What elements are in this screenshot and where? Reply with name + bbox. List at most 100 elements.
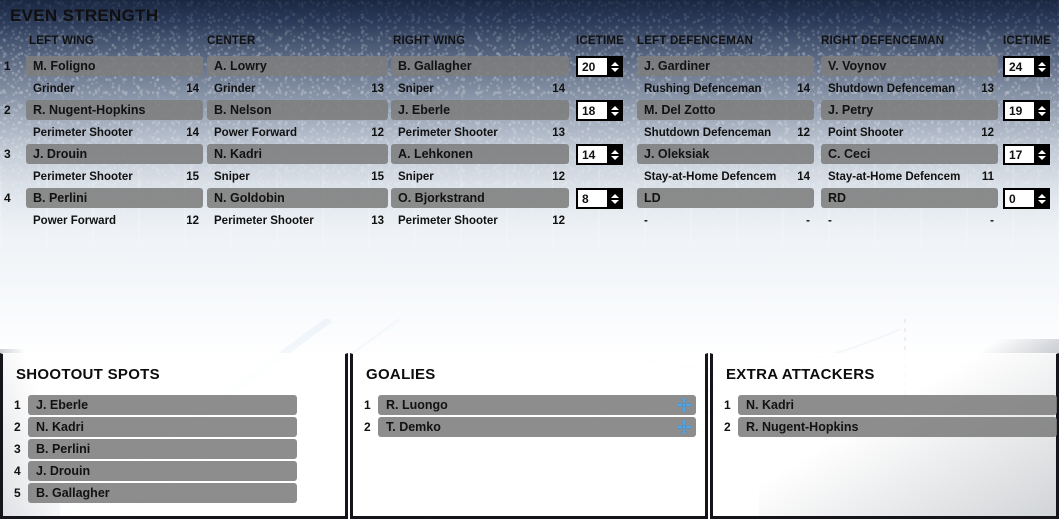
icetime-spinner-defence-pair-4-value[interactable]: 0: [1005, 190, 1034, 207]
player-slot-right_defenceman[interactable]: J. Petry: [821, 100, 998, 120]
chevron-down-icon[interactable]: [1037, 155, 1046, 160]
chevron-up-icon[interactable]: [610, 149, 619, 154]
player-slot-left_defenceman[interactable]: J. Gardiner: [637, 56, 814, 76]
chevron-down-icon[interactable]: [1037, 199, 1046, 204]
player-slot-left_defenceman[interactable]: LD: [637, 188, 814, 208]
extra-attacker-slot[interactable]: R. Nugent-Hopkins: [738, 417, 1057, 437]
player-slot-center[interactable]: N. Kadri: [207, 144, 388, 164]
extra-attacker-slot[interactable]: N. Kadri: [738, 395, 1057, 415]
player-slot-center[interactable]: A. Lowry: [207, 56, 388, 76]
goalie-rank: 1: [364, 398, 371, 412]
list-item[interactable]: 1 R. Luongo: [364, 395, 696, 415]
chevron-down-icon[interactable]: [610, 155, 619, 160]
line-number: 4: [4, 191, 11, 205]
list-item[interactable]: 2 T. Demko: [364, 417, 696, 437]
icetime-spinner-defence-pair-1[interactable]: 24: [1003, 56, 1050, 77]
icetime-spinner-forward-line-2-value[interactable]: 18: [578, 102, 607, 119]
icetime-spinner-forward-line-3-arrows[interactable]: [607, 145, 622, 164]
icetime-spinner-defence-pair-3-arrows[interactable]: [1034, 145, 1049, 164]
icetime-spinner-forward-line-4-value[interactable]: 8: [578, 190, 607, 207]
list-item[interactable]: 4 J. Drouin: [14, 461, 297, 481]
chevron-up-icon[interactable]: [1037, 149, 1046, 154]
chevron-down-icon[interactable]: [1037, 67, 1046, 72]
trait-name: Perimeter Shooter: [214, 215, 314, 227]
icetime-spinner-forward-line-3-value[interactable]: 14: [578, 146, 607, 163]
chevron-up-icon[interactable]: [1037, 105, 1046, 110]
icetime-spinner-defence-pair-1-value[interactable]: 24: [1005, 58, 1034, 75]
chevron-up-icon[interactable]: [610, 193, 619, 198]
player-trait-right_defenceman: --: [821, 212, 998, 230]
player-slot-left_wing[interactable]: B. Perlini: [26, 188, 203, 208]
icetime-spinner-defence-pair-2-value[interactable]: 19: [1005, 102, 1034, 119]
player-slot-right_wing[interactable]: O. Bjorkstrand: [391, 188, 569, 208]
shootout-spot-slot[interactable]: B. Gallagher: [28, 483, 297, 503]
player-trait-right_defenceman: Stay-at-Home Defencem 11: [821, 168, 998, 186]
shootout-spot-slot[interactable]: J. Drouin: [28, 461, 297, 481]
icetime-spinner-forward-line-2[interactable]: 18: [576, 100, 623, 121]
player-slot-right_defenceman[interactable]: RD: [821, 188, 998, 208]
player-slot-left_defenceman[interactable]: M. Del Zotto: [637, 100, 814, 120]
chevron-down-icon[interactable]: [610, 199, 619, 204]
column-header-right-wing: RIGHT WING: [393, 35, 466, 47]
trait-name: Sniper: [214, 171, 250, 183]
shootout-spot-rank: 2: [14, 420, 21, 434]
icetime-spinner-forward-line-4-arrows[interactable]: [607, 189, 622, 208]
icetime-spinner-defence-pair-4[interactable]: 0: [1003, 188, 1050, 209]
player-slot-left_wing[interactable]: J. Drouin: [26, 144, 203, 164]
player-slot-right_defenceman[interactable]: V. Voynov: [821, 56, 998, 76]
list-item[interactable]: 1 N. Kadri: [724, 395, 1057, 415]
icetime-spinner-forward-line-1-value[interactable]: 20: [578, 58, 607, 75]
line-number: 1: [4, 59, 11, 73]
trait-rating: 12: [186, 215, 199, 227]
icetime-spinner-forward-line-1-arrows[interactable]: [607, 57, 622, 76]
chevron-up-icon[interactable]: [1037, 193, 1046, 198]
goalie-slot[interactable]: T. Demko: [378, 417, 696, 437]
chevron-down-icon[interactable]: [610, 111, 619, 116]
move-icon[interactable]: [676, 397, 692, 413]
list-item[interactable]: 2 R. Nugent-Hopkins: [724, 417, 1057, 437]
trait-rating: 14: [186, 83, 199, 95]
icetime-spinner-forward-line-1[interactable]: 20: [576, 56, 623, 77]
lines-screen: EVEN STRENGTH LEFT WING CENTER RIGHT WIN…: [0, 0, 1059, 519]
player-slot-left_defenceman[interactable]: J. Oleksiak: [637, 144, 814, 164]
chevron-up-icon[interactable]: [1037, 61, 1046, 66]
trait-name: Point Shooter: [828, 127, 904, 139]
chevron-up-icon[interactable]: [610, 105, 619, 110]
player-slot-left_wing[interactable]: R. Nugent-Hopkins: [26, 100, 203, 120]
player-slot-center[interactable]: N. Goldobin: [207, 188, 388, 208]
player-slot-left_wing[interactable]: M. Foligno: [26, 56, 203, 76]
icetime-spinner-forward-line-4[interactable]: 8: [576, 188, 623, 209]
chevron-up-icon[interactable]: [610, 61, 619, 66]
icetime-spinner-defence-pair-1-arrows[interactable]: [1034, 57, 1049, 76]
icetime-spinner-forward-line-2-arrows[interactable]: [607, 101, 622, 120]
trait-rating: 14: [797, 83, 810, 95]
move-icon[interactable]: [676, 419, 692, 435]
icetime-spinner-defence-pair-2[interactable]: 19: [1003, 100, 1050, 121]
trait-rating: 13: [371, 215, 384, 227]
player-slot-right_wing[interactable]: A. Lehkonen: [391, 144, 569, 164]
chevron-down-icon[interactable]: [610, 67, 619, 72]
shootout-spot-slot[interactable]: J. Eberle: [28, 395, 297, 415]
icetime-spinner-forward-line-3[interactable]: 14: [576, 144, 623, 165]
list-item[interactable]: 1 J. Eberle: [14, 395, 297, 415]
player-slot-right_defenceman[interactable]: C. Ceci: [821, 144, 998, 164]
trait-rating: 12: [981, 127, 994, 139]
icetime-spinner-defence-pair-3-value[interactable]: 17: [1005, 146, 1034, 163]
shootout-spot-slot[interactable]: N. Kadri: [28, 417, 297, 437]
player-slot-right_wing[interactable]: J. Eberle: [391, 100, 569, 120]
player-slot-right_wing[interactable]: B. Gallagher: [391, 56, 569, 76]
shootout-spot-rank: 1: [14, 398, 21, 412]
goalie-slot[interactable]: R. Luongo: [378, 395, 696, 415]
list-item[interactable]: 5 B. Gallagher: [14, 483, 297, 503]
list-item[interactable]: 3 B. Perlini: [14, 439, 297, 459]
icetime-spinner-defence-pair-4-arrows[interactable]: [1034, 189, 1049, 208]
player-slot-center[interactable]: B. Nelson: [207, 100, 388, 120]
shootout-spot-rank: 4: [14, 464, 21, 478]
chevron-down-icon[interactable]: [1037, 111, 1046, 116]
list-item[interactable]: 2 N. Kadri: [14, 417, 297, 437]
shootout-spot-slot[interactable]: B. Perlini: [28, 439, 297, 459]
icetime-spinner-defence-pair-2-arrows[interactable]: [1034, 101, 1049, 120]
player-trait-center: Perimeter Shooter 13: [207, 212, 388, 230]
icetime-spinner-defence-pair-3[interactable]: 17: [1003, 144, 1050, 165]
trait-name: Sniper: [398, 171, 434, 183]
